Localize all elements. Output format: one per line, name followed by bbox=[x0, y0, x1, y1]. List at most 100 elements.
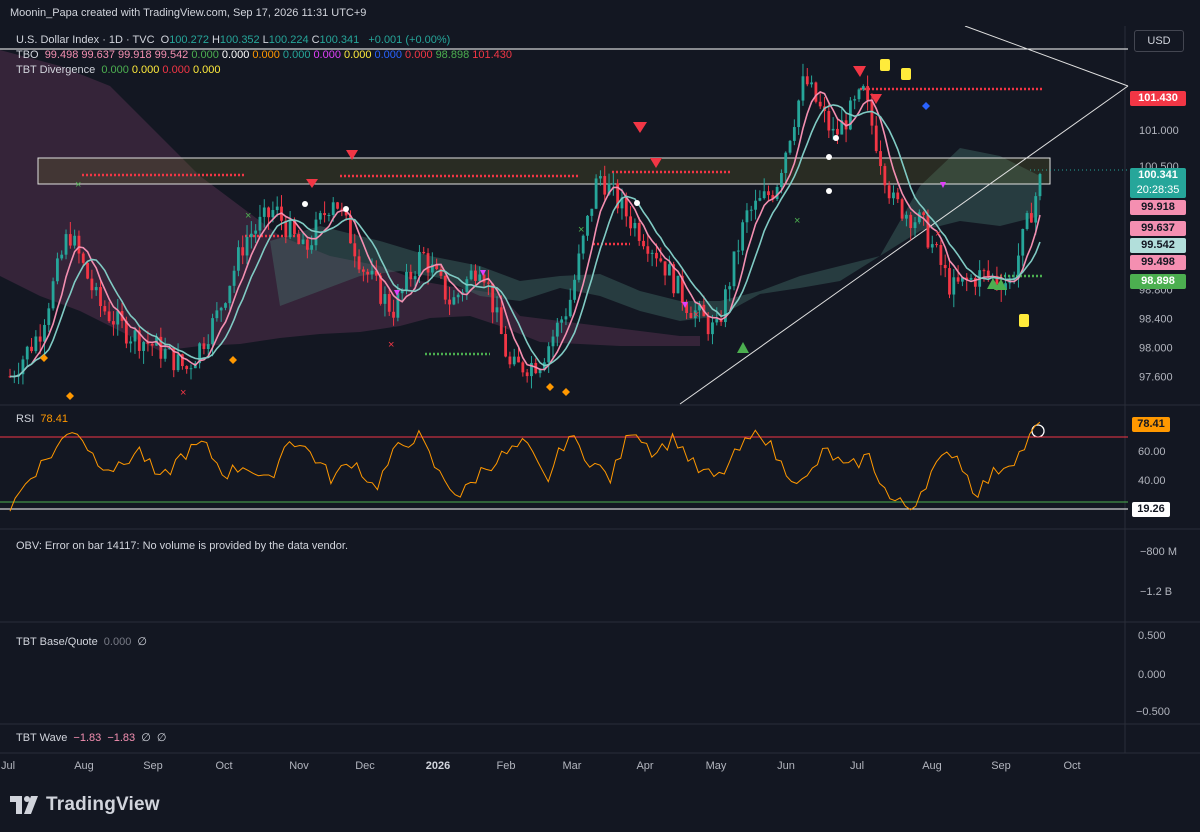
candle-body bbox=[758, 198, 762, 201]
candle-body bbox=[642, 240, 645, 247]
candle-body bbox=[762, 191, 766, 199]
candle-body bbox=[353, 243, 357, 257]
candle-body bbox=[879, 151, 882, 167]
tbo-value: 0.000 bbox=[374, 49, 403, 61]
candle-body bbox=[827, 110, 831, 131]
rsi-value: 78.41 bbox=[40, 413, 68, 425]
tbo-value: 0.000 bbox=[343, 49, 372, 61]
candle-body bbox=[1029, 213, 1033, 223]
wave-null-2: ∅ bbox=[156, 732, 167, 744]
candle-body bbox=[189, 368, 193, 370]
candle-body bbox=[982, 270, 986, 272]
candle-body bbox=[564, 316, 568, 320]
candle-body bbox=[275, 206, 279, 211]
candle-body bbox=[318, 213, 322, 220]
candle-body bbox=[43, 324, 46, 342]
candle-body bbox=[943, 264, 947, 269]
candle-body bbox=[646, 246, 650, 254]
candle-body bbox=[650, 252, 654, 254]
tbo-value: 99.498 bbox=[44, 49, 79, 61]
candle-body bbox=[521, 362, 525, 373]
candle-body bbox=[142, 342, 145, 351]
candle-body bbox=[792, 127, 796, 141]
candle-body bbox=[655, 252, 658, 259]
base-quote-name: TBT Base/Quote bbox=[16, 636, 98, 648]
candle-body bbox=[370, 270, 374, 275]
rsi-legend: RSI 78.41 bbox=[16, 413, 71, 425]
candle-body bbox=[611, 183, 615, 185]
candle-body bbox=[237, 247, 240, 271]
candle-body bbox=[211, 318, 214, 345]
candle-body bbox=[637, 222, 641, 241]
candle-body bbox=[38, 336, 42, 342]
candle-body bbox=[857, 89, 861, 100]
white-dot-marker bbox=[826, 154, 832, 160]
candle-body bbox=[478, 274, 482, 281]
candle-body bbox=[413, 276, 417, 280]
ohlc-key: O bbox=[160, 34, 170, 46]
legend-tbo-values: 99.498 99.637 99.918 99.542 0.000 0.000 0.000 0… bbox=[45, 49, 515, 61]
tradingview-logo-text: TradingView bbox=[46, 794, 160, 815]
chart-canvas[interactable]: × × × × × × × × Jul Aug Sep Oct Nov Dec 2026 Fe… bbox=[0, 25, 1200, 778]
yellow-flag-marker bbox=[880, 59, 890, 71]
candle-body bbox=[340, 208, 344, 210]
candle-body bbox=[405, 271, 408, 290]
yellow-flag-marker bbox=[1019, 314, 1029, 327]
candle-body bbox=[392, 311, 395, 318]
candle-body bbox=[568, 299, 572, 317]
candle-body bbox=[810, 82, 813, 85]
candle-body bbox=[874, 125, 878, 152]
x-marker: × bbox=[693, 309, 699, 321]
candle-body bbox=[831, 128, 835, 131]
legend-divergence-row: TBT Divergence 0.000 0.000 0.000 0.000 bbox=[16, 64, 226, 76]
candle-body bbox=[34, 336, 38, 352]
candle-body bbox=[883, 166, 887, 186]
candle-body bbox=[60, 254, 64, 259]
candle-body bbox=[422, 251, 426, 254]
time-axis-label: Jul bbox=[1, 760, 15, 772]
candle-body bbox=[1034, 196, 1038, 223]
candle-body bbox=[116, 311, 120, 325]
candle-body bbox=[749, 209, 753, 211]
candle-body bbox=[801, 76, 805, 101]
candle-body bbox=[896, 192, 900, 200]
time-axis-label: May bbox=[706, 760, 727, 772]
time-axis-label: Feb bbox=[497, 760, 516, 772]
time-axis-label: Jun bbox=[777, 760, 795, 772]
time-axis-label: Jul bbox=[850, 760, 864, 772]
wave-null-1: ∅ bbox=[141, 732, 151, 744]
candle-body bbox=[215, 310, 219, 319]
candle-body bbox=[331, 202, 335, 215]
rsi-name: RSI bbox=[16, 413, 35, 425]
candle-body bbox=[206, 344, 210, 349]
price-axis-label: 98.898 bbox=[1130, 274, 1186, 290]
candle-body bbox=[788, 140, 792, 153]
tbo-value: 99.637 bbox=[81, 49, 115, 61]
diamond-marker bbox=[546, 383, 554, 391]
ohlc-value: 100.352 bbox=[219, 34, 260, 46]
candle-body bbox=[474, 270, 477, 281]
candle-body bbox=[547, 346, 551, 363]
candle-body bbox=[676, 275, 680, 294]
candle-body bbox=[538, 370, 542, 374]
candle-body bbox=[577, 253, 581, 280]
candle-body bbox=[663, 261, 667, 276]
tradingview-logo[interactable]: TradingView bbox=[10, 794, 160, 816]
candle-body bbox=[486, 282, 490, 284]
candle-body bbox=[150, 343, 154, 346]
candle-body bbox=[258, 216, 262, 231]
chart-area[interactable]: × × × × × × × × Jul Aug Sep Oct Nov Dec 2026 Fe… bbox=[0, 25, 1200, 778]
candle-body bbox=[90, 278, 94, 291]
candle-body bbox=[228, 285, 232, 304]
candle-body bbox=[555, 322, 559, 337]
candle-body bbox=[267, 207, 270, 218]
countdown-timer: 20:28:35 bbox=[1136, 183, 1180, 196]
legend-tbo-name: TBO bbox=[16, 49, 39, 61]
bq-tick-3: −0.500 bbox=[1136, 706, 1170, 718]
candle-body bbox=[249, 233, 253, 237]
x-marker: × bbox=[794, 215, 800, 227]
candle-body bbox=[133, 330, 137, 342]
candle-body bbox=[361, 269, 365, 272]
divergence-value: 0.000 bbox=[101, 64, 129, 76]
x-marker: × bbox=[245, 210, 251, 222]
